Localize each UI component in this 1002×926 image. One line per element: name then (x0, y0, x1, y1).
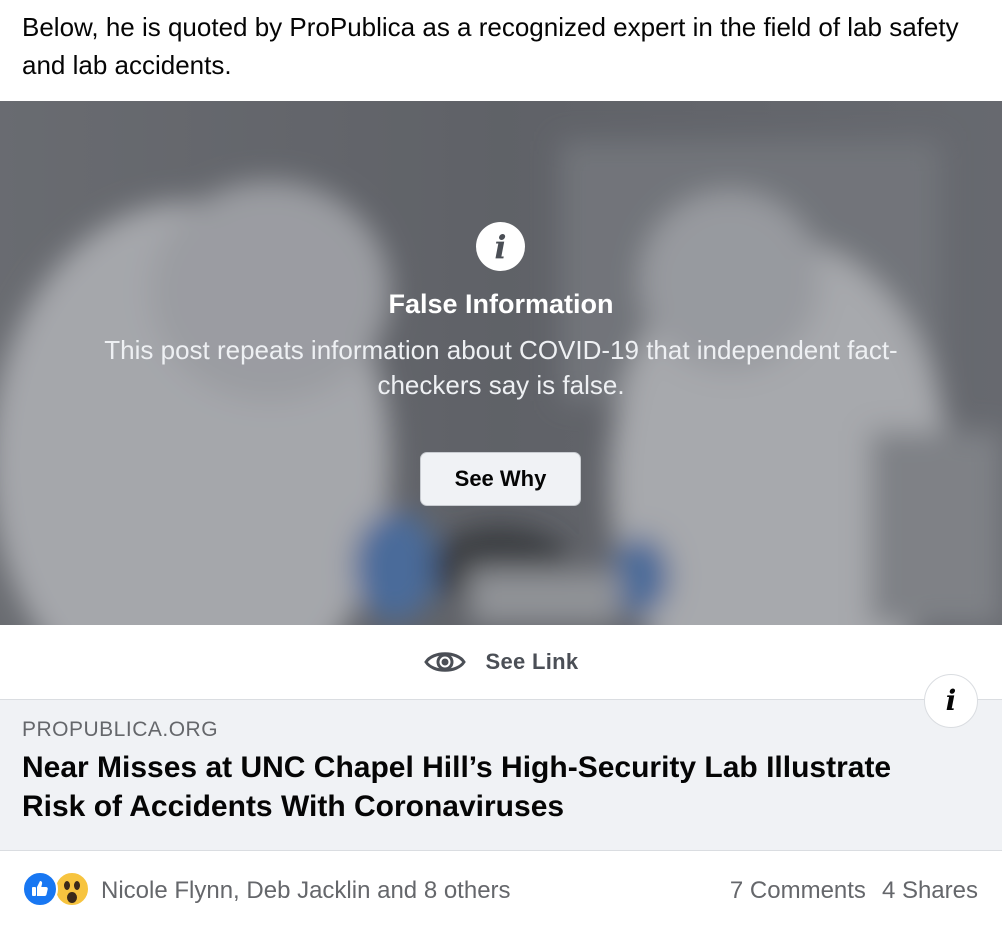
reaction-names[interactable]: Nicole Flynn, Deb Jacklin and 8 others (101, 877, 511, 905)
post-footer: Nicole Flynn, Deb Jacklin and 8 others 7… (0, 852, 1002, 926)
engagement-counts: 7 Comments 4 Shares (730, 877, 978, 905)
wow-icon (54, 871, 90, 907)
eye-icon (423, 652, 466, 672)
link-headline[interactable]: Near Misses at UNC Chapel Hill’s High-Se… (22, 748, 962, 826)
see-link-label: See Link (485, 649, 579, 674)
like-icon (22, 871, 58, 907)
link-preview-card[interactable]: PROPUBLICA.ORG Near Misses at UNC Chapel… (0, 674, 1002, 851)
blurred-media[interactable]: i False Information This post repeats in… (0, 101, 1002, 625)
link-domain: PROPUBLICA.ORG (22, 718, 219, 741)
comments-count[interactable]: 7 Comments (730, 877, 866, 905)
see-why-button[interactable]: See Why (420, 452, 581, 506)
warning-description: This post repeats information about COVI… (104, 335, 898, 400)
shares-count[interactable]: 4 Shares (882, 877, 978, 905)
post-text: Below, he is quoted by ProPublica as a r… (22, 12, 959, 80)
info-icon[interactable]: i (924, 674, 978, 728)
see-link-button[interactable]: See Link (0, 625, 1002, 699)
reaction-icons[interactable] (22, 871, 96, 907)
info-icon: i (476, 222, 525, 271)
warning-title: False Information (388, 289, 614, 319)
